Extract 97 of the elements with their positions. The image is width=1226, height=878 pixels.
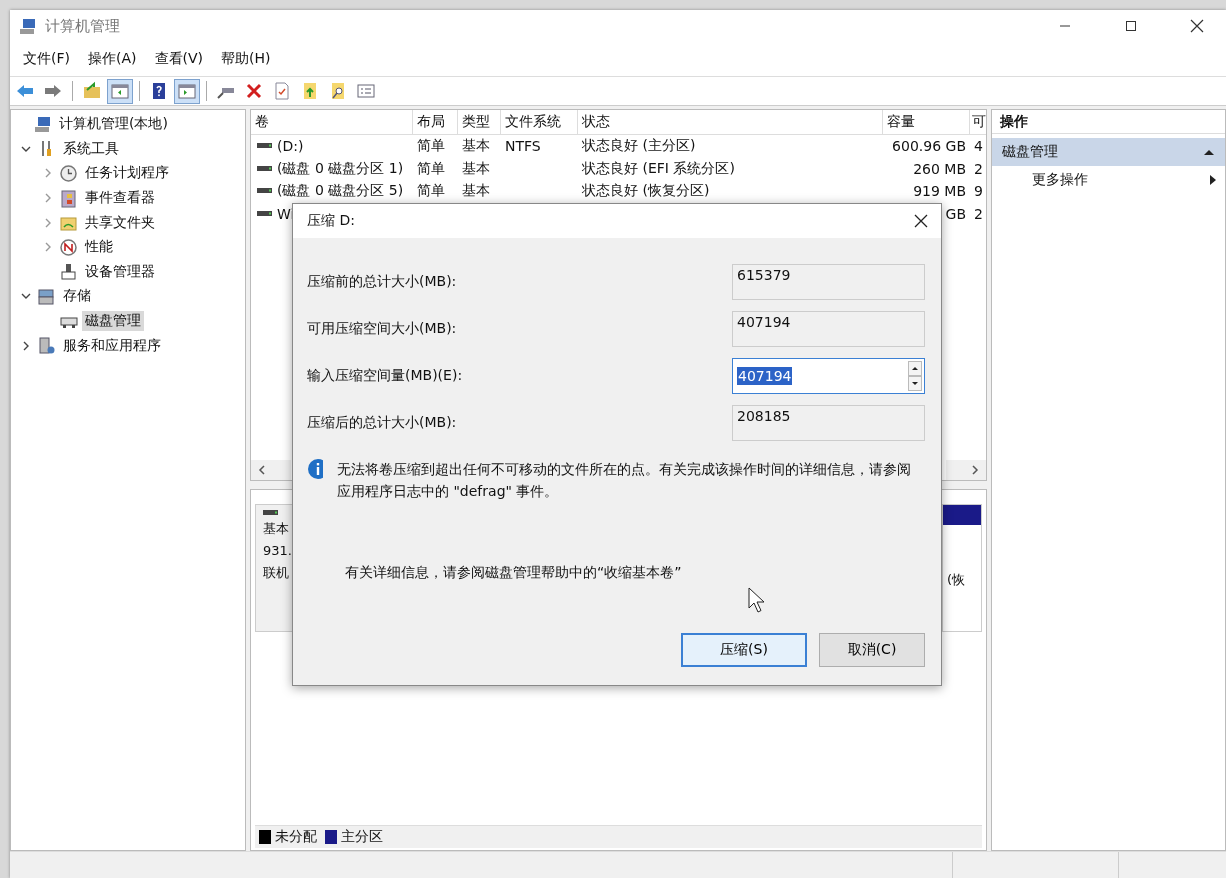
disk-info-text: 931. [263,542,292,560]
close-icon [1190,19,1204,33]
dialog-title: 压缩 D: [307,212,355,230]
scroll-left-button[interactable] [251,460,291,480]
table-cell-text: 2 [973,160,984,177]
readonly-field: 407194 [732,310,925,347]
drive-icon [257,142,273,151]
action-pane-icon [177,81,197,101]
left-chevron-icon [257,464,267,476]
checklist-icon [272,81,292,101]
help-text: 有关详细信息，请参阅磁盘管理帮助中的“收缩基本卷” [345,564,682,582]
scroll-right-button[interactable] [946,460,986,480]
disk-info-text: 联机 [263,564,289,582]
table-cell: (磁盘 0 磁盘分区 1) [277,159,404,178]
field-label: 可用压缩空间大小(MB): [307,319,457,338]
readonly-field: 208185 [732,404,925,441]
device-icon [59,262,78,282]
table-cell-text: 简单 [416,159,446,178]
table-cell-text: 260 MB [912,160,967,177]
dialog-button[interactable]: 压缩(S) [681,633,807,667]
partition-label: (恢 [946,571,967,589]
tree-item[interactable]: 任务计划程序 [82,163,172,184]
column-header[interactable]: 容量 [883,110,970,134]
storage-icon [37,286,56,306]
tree-item[interactable]: 计算机管理(本地) [56,114,171,135]
list-icon [356,81,376,101]
delete-icon [244,81,264,101]
column-header[interactable]: 可 [970,110,986,134]
column-header[interactable]: 布局 [413,110,458,134]
tree-item[interactable]: 设备管理器 [82,261,158,282]
right-chevron-icon [970,464,980,476]
drive-icon [257,209,273,218]
table-cell-text: 状态良好 (主分区) [581,137,697,156]
actions-section-header[interactable]: 磁盘管理 [992,138,1225,166]
tree-item[interactable]: 服务和应用程序 [60,335,164,356]
column-header[interactable]: 文件系统 [501,110,578,134]
tree-item[interactable]: 磁盘管理 [82,311,144,332]
actions-header: 操作 [992,110,1225,134]
table-cell-text: GB [944,205,967,222]
tree-item[interactable]: 系统工具 [60,138,122,159]
table-cell-text: 基本 [461,159,491,178]
server-icon [37,336,56,356]
clock-icon [59,164,78,183]
field-label: 输入压缩空间量(MB)(E): [307,366,463,385]
drive-icon [263,509,279,517]
window-title: 计算机管理 [45,16,120,36]
table-cell-text: 简单 [416,137,446,156]
partition-color-bar [943,505,981,525]
table-cell-text: 基本 [461,137,491,156]
table-cell: (D:) [277,138,304,155]
computer-icon [18,16,37,36]
menu-item[interactable]: 文件(F) [14,46,79,72]
table-cell-text: 9 [973,183,984,200]
table-cell-text: 4 [973,138,984,155]
field-label: 压缩后的总计大小(MB): [307,413,457,432]
spin-field[interactable]: 407194 [732,357,925,394]
maximize-icon [1125,20,1137,32]
close-icon [914,214,928,228]
action-item[interactable]: 更多操作 [992,166,1225,194]
column-header[interactable]: 卷 [251,110,413,134]
legend-label: 未分配 [275,828,317,846]
tree-item[interactable]: 共享文件夹 [82,212,158,233]
table-cell-text: 919 MB [912,183,967,200]
table-cell-text: 状态良好 (恢复分区) [581,182,711,201]
info-text: 无法将卷压缩到超出任何不可移动的文件所在的点。有关完成该操作时间的详细信息，请参阅应用程序日志中的 "defrag" 事件。 [337,460,912,501]
menu-item[interactable]: 帮助(H) [212,46,280,72]
disk-info-text: 基本 [263,520,289,538]
tree-item[interactable]: 存储 [60,286,94,307]
log-icon [59,188,78,208]
readonly-field: 615379 [732,263,925,300]
table-cell-text: NTFS [504,138,542,155]
column-header[interactable]: 状态 [578,110,883,134]
spin-up-icon[interactable] [908,360,922,376]
legend-label: 主分区 [341,828,383,846]
gauge-icon [59,237,78,257]
folder-icon [82,81,102,101]
drive-icon [257,187,273,196]
submenu-triangle-icon [1209,174,1217,186]
tree-item[interactable]: 性能 [82,237,116,258]
spin-down-icon[interactable] [908,375,922,391]
table-cell: (磁盘 0 磁盘分区 5) [277,182,404,201]
table-cell-text: 状态良好 (EFI 系统分区) [581,159,736,178]
info-icon [307,458,323,480]
column-header[interactable]: 类型 [458,110,501,134]
menu-item[interactable]: 操作(A) [79,46,146,72]
table-cell-text: 基本 [461,182,491,201]
tree-item[interactable]: 事件查看器 [82,188,158,209]
dialog-button[interactable]: 取消(C) [819,633,925,667]
computer-icon [33,114,52,134]
field-label: 压缩前的总计大小(MB): [307,272,457,291]
table-cell-text: 简单 [416,182,446,201]
tree-pane-icon [110,81,130,101]
table-cell-text: 600.96 GB [891,138,967,155]
mouse-cursor-icon [748,587,766,613]
table-cell-text: 2 [973,205,984,222]
drive-icon [257,164,273,173]
menu-item[interactable]: 查看(V) [145,46,212,72]
